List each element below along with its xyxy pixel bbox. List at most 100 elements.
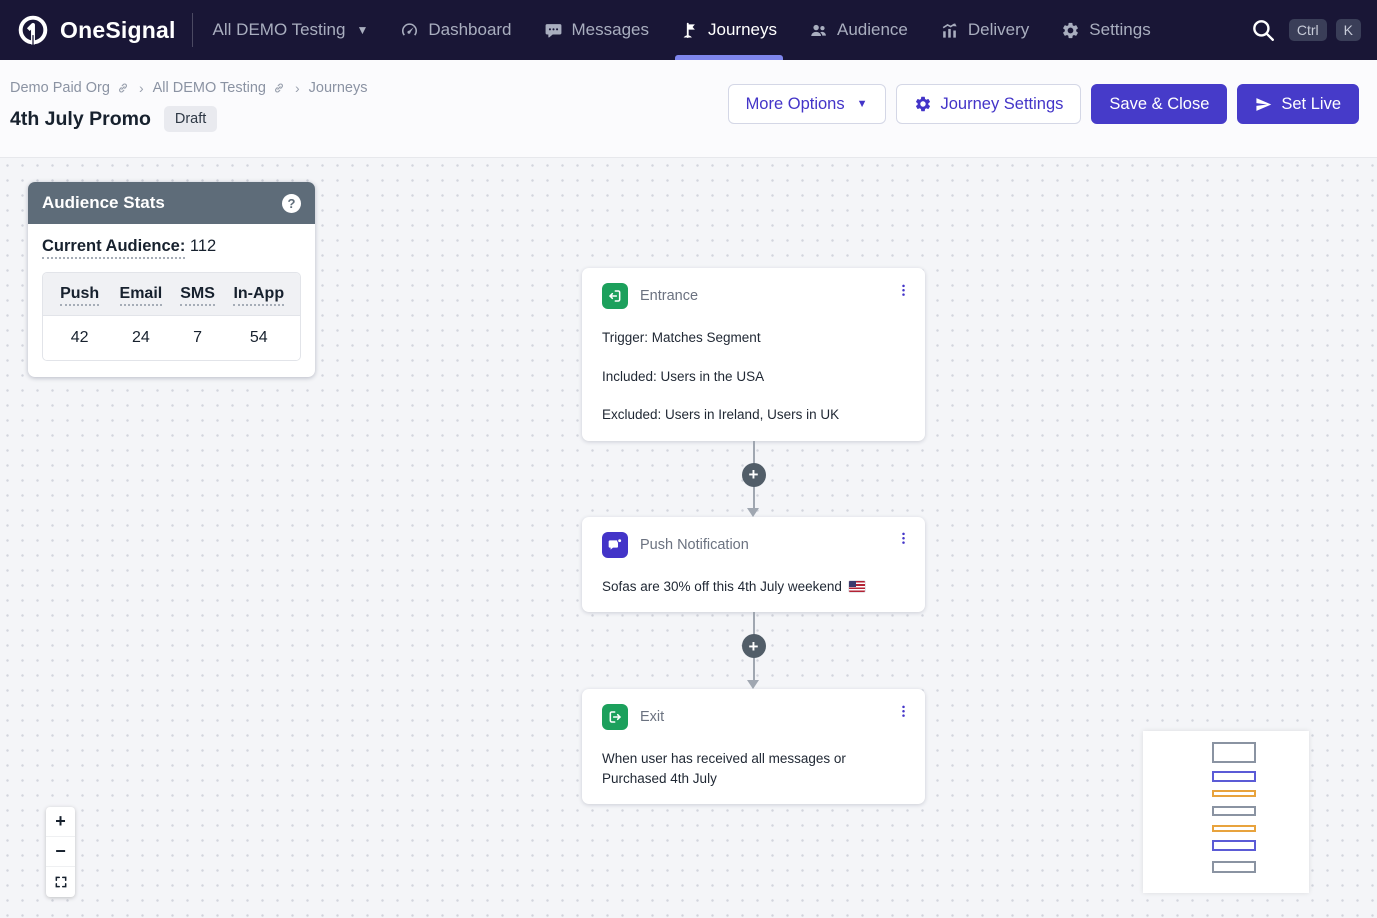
minimap-node — [1212, 825, 1256, 832]
shortcut-key-k: K — [1336, 19, 1361, 42]
add-step-button[interactable]: + — [742, 463, 766, 487]
minimap[interactable] — [1143, 731, 1309, 893]
paper-plane-icon — [1255, 96, 1272, 113]
audience-stats-panel: Audience Stats ? Current Audience: 112 P… — [28, 182, 315, 377]
journey-editor: OneSignal All DEMO Testing ▼ Dashboard — [0, 0, 1377, 918]
breadcrumb-app-link[interactable]: All DEMO Testing — [153, 80, 286, 96]
zoom-in-button[interactable]: + — [46, 807, 75, 837]
nav-item-dashboard[interactable]: Dashboard — [384, 0, 527, 60]
audience-stats-header: Audience Stats ? — [28, 182, 315, 224]
node-exit[interactable]: Exit When user has received all messages… — [582, 689, 925, 804]
current-audience: Current Audience: 112 — [42, 237, 301, 256]
journey-settings-button[interactable]: Journey Settings — [896, 84, 1082, 124]
kebab-menu-icon[interactable] — [893, 280, 913, 300]
breadcrumb: Demo Paid Org › All DEMO Testing — [10, 80, 367, 96]
link-icon — [116, 81, 130, 95]
kebab-menu-icon[interactable] — [893, 701, 913, 721]
nav-item-audience[interactable]: Audience — [793, 0, 924, 60]
column-inapp: In-App — [224, 285, 294, 303]
status-badge: Draft — [164, 106, 217, 132]
chart-icon — [940, 21, 959, 40]
audience-stats-title: Audience Stats — [42, 193, 165, 213]
nav-item-delivery[interactable]: Delivery — [924, 0, 1045, 60]
nav-divider — [192, 13, 193, 47]
channel-stats-values: 42 24 7 54 — [43, 316, 300, 360]
node-head: Push Notification — [602, 532, 905, 558]
page-title: 4th July Promo — [10, 108, 151, 131]
minimap-node — [1212, 861, 1256, 873]
entrance-excluded: Excluded: Users in Ireland, Users in UK — [602, 405, 905, 425]
current-audience-value: 112 — [190, 237, 216, 255]
onesignal-logo-icon — [16, 13, 50, 47]
nav-item-messages[interactable]: Messages — [528, 0, 665, 60]
set-live-button[interactable]: Set Live — [1237, 84, 1359, 124]
audience-stats-body: Current Audience: 112 Push Email SMS In-… — [28, 224, 315, 377]
exit-condition: When user has received all messages or P… — [602, 749, 900, 788]
minimap-node — [1212, 790, 1256, 797]
page-header: Demo Paid Org › All DEMO Testing — [0, 60, 1377, 158]
entrance-icon — [602, 283, 628, 309]
help-icon[interactable]: ? — [282, 194, 301, 213]
arrow-down-icon — [747, 508, 759, 517]
node-title: Entrance — [640, 288, 698, 304]
node-title: Exit — [640, 709, 664, 725]
zoom-controls: + − — [46, 807, 75, 897]
chevron-right-icon: › — [295, 80, 300, 96]
save-close-button[interactable]: Save & Close — [1091, 84, 1227, 124]
nav-items: All DEMO Testing ▼ Dashboard — [197, 0, 1167, 60]
channel-stats-table: Push Email SMS In-App 42 24 7 54 — [42, 272, 301, 361]
brand-logo[interactable]: OneSignal — [16, 13, 176, 47]
minimap-node — [1212, 742, 1256, 763]
nav-item-journeys[interactable]: Journeys — [665, 0, 793, 60]
node-push-notification[interactable]: Push Notification Sofas are 30% off this… — [582, 517, 925, 613]
node-entrance[interactable]: Entrance Trigger: Matches Segment Includ… — [582, 268, 925, 441]
title-row: 4th July Promo Draft — [10, 106, 217, 132]
gear-icon — [1061, 21, 1080, 40]
kebab-menu-icon[interactable] — [893, 529, 913, 549]
top-navbar: OneSignal All DEMO Testing ▼ Dashboard — [0, 0, 1377, 60]
minimap-node — [1212, 771, 1256, 782]
header-actions: More Options ▼ Journey Settings Save & C… — [728, 84, 1359, 124]
us-flag-icon — [849, 581, 865, 592]
journey-flow: Entrance Trigger: Matches Segment Includ… — [582, 268, 925, 804]
more-options-button[interactable]: More Options ▼ — [728, 84, 886, 124]
brand-name: OneSignal — [60, 17, 176, 44]
link-icon — [272, 81, 286, 95]
chevron-down-icon: ▼ — [356, 23, 368, 37]
gauge-icon — [400, 21, 419, 40]
fit-view-button[interactable] — [46, 867, 75, 897]
people-icon — [809, 21, 828, 40]
chevron-down-icon: ▼ — [857, 98, 868, 110]
value-sms: 7 — [172, 329, 224, 347]
app-selector-dropdown[interactable]: All DEMO Testing ▼ — [197, 0, 385, 60]
column-push: Push — [49, 285, 110, 303]
breadcrumb-journeys[interactable]: Journeys — [309, 80, 368, 96]
journey-canvas[interactable]: Audience Stats ? Current Audience: 112 P… — [0, 158, 1377, 918]
entrance-trigger: Trigger: Matches Segment — [602, 328, 905, 348]
entrance-included: Included: Users in the USA — [602, 367, 905, 387]
add-step-button[interactable]: + — [742, 634, 766, 658]
search-icon[interactable] — [1250, 17, 1276, 43]
value-email: 24 — [110, 329, 171, 347]
node-head: Exit — [602, 704, 905, 730]
exit-icon — [602, 704, 628, 730]
flag-icon — [681, 21, 699, 39]
nav-right: Ctrl K — [1250, 17, 1361, 43]
channel-stats-head: Push Email SMS In-App — [43, 273, 300, 316]
gear-icon — [914, 95, 932, 113]
breadcrumb-org-link[interactable]: Demo Paid Org — [10, 80, 130, 96]
minimap-node — [1212, 840, 1256, 851]
connector: + — [582, 612, 925, 689]
minimap-node — [1212, 806, 1256, 816]
column-sms: SMS — [172, 285, 224, 303]
value-push: 42 — [49, 329, 110, 347]
push-message: Sofas are 30% off this 4th July weekend — [602, 577, 905, 597]
column-email: Email — [110, 285, 171, 303]
nav-item-settings[interactable]: Settings — [1045, 0, 1166, 60]
connector: + — [582, 441, 925, 517]
arrow-down-icon — [747, 680, 759, 689]
chevron-right-icon: › — [139, 80, 144, 96]
zoom-out-button[interactable]: − — [46, 837, 75, 867]
current-audience-label: Current Audience: — [42, 237, 185, 259]
push-notification-icon — [602, 532, 628, 558]
